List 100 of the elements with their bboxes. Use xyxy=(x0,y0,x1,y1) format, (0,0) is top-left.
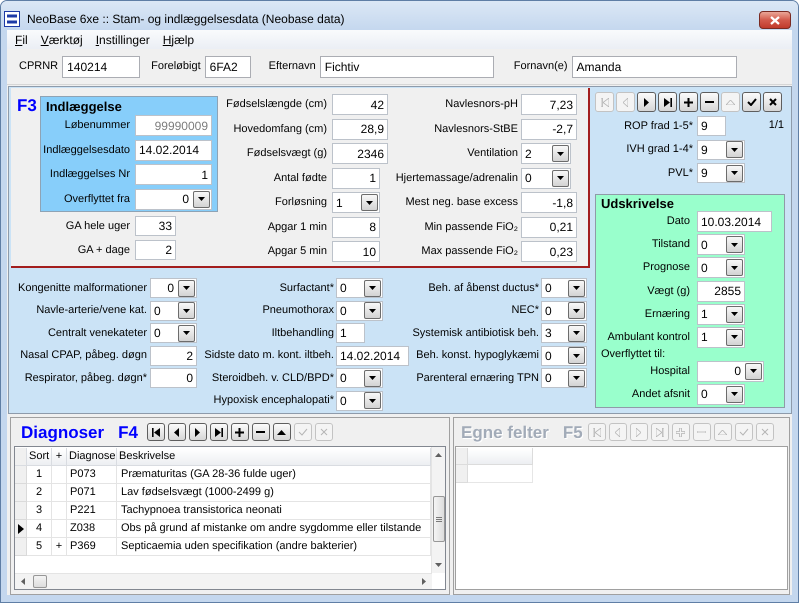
text-field[interactable]: 6FA2 xyxy=(204,56,251,78)
number-field[interactable]: 2346 xyxy=(332,143,388,164)
horizontal-scrollbar[interactable] xyxy=(15,573,432,589)
delete-button[interactable] xyxy=(700,92,719,112)
number-field[interactable]: 1 xyxy=(332,168,380,188)
dropdown-field[interactable]: 0 xyxy=(336,300,383,321)
dropdown-field[interactable]: 1 xyxy=(697,326,745,348)
dropdown-field[interactable]: 0 xyxy=(336,390,383,411)
dropdown-button[interactable] xyxy=(568,302,585,320)
vertical-scrollbar[interactable] xyxy=(431,447,445,573)
previous-record-button[interactable] xyxy=(168,423,186,441)
dropdown-button[interactable] xyxy=(364,370,381,387)
number-field[interactable]: 28,9 xyxy=(332,118,388,140)
dropdown-button[interactable] xyxy=(193,190,210,208)
last-record-button[interactable] xyxy=(658,92,677,112)
dropdown-field[interactable]: 2 xyxy=(521,143,571,164)
dropdown-button[interactable] xyxy=(364,302,381,320)
menu-item[interactable]: Værktøj xyxy=(34,30,89,49)
column-header[interactable]: Sort xyxy=(27,448,52,466)
menu-item[interactable]: Hjælp xyxy=(156,30,200,49)
dropdown-field[interactable]: 0 xyxy=(541,346,587,366)
text-field[interactable]: Amanda xyxy=(572,56,737,78)
dropdown-field[interactable]: 0 xyxy=(697,257,745,278)
dropdown-button[interactable] xyxy=(568,347,585,364)
dropdown-field[interactable]: 1 xyxy=(697,304,745,325)
text-field[interactable]: 140214 xyxy=(62,56,140,78)
dropdown-field[interactable]: 0 xyxy=(150,300,197,321)
next-record-button[interactable] xyxy=(637,92,656,112)
dropdown-button[interactable] xyxy=(726,386,743,403)
number-field[interactable]: 2 xyxy=(150,346,197,366)
text-field[interactable]: 10.03.2014 xyxy=(697,211,772,232)
column-header[interactable]: + xyxy=(52,448,67,466)
add-button[interactable] xyxy=(230,423,249,441)
dropdown-field[interactable]: 0 xyxy=(697,360,764,382)
dropdown-field[interactable]: 0 xyxy=(541,278,587,298)
first-record-button[interactable] xyxy=(146,423,165,441)
menu-item[interactable]: Fil xyxy=(9,30,34,49)
dropdown-button[interactable] xyxy=(552,145,569,162)
text-field[interactable]: 9 xyxy=(697,116,726,136)
dropdown-field[interactable]: 9 xyxy=(697,163,745,183)
number-field[interactable]: 42 xyxy=(332,94,388,115)
add-button[interactable] xyxy=(679,92,698,112)
dropdown-button[interactable] xyxy=(364,392,381,410)
dropdown-button[interactable] xyxy=(726,141,743,158)
close-button[interactable] xyxy=(759,11,791,29)
number-field[interactable]: 0,23 xyxy=(521,241,577,262)
number-field[interactable]: 10 xyxy=(332,241,380,262)
next-record-button[interactable] xyxy=(188,423,207,441)
number-field[interactable]: 33 xyxy=(135,216,176,236)
menu-item[interactable]: Instillinger xyxy=(90,30,156,49)
delete-button[interactable] xyxy=(252,423,270,441)
dropdown-button[interactable] xyxy=(178,280,195,296)
dropdown-field[interactable]: 0 xyxy=(521,168,571,188)
number-field[interactable]: 8 xyxy=(332,216,380,238)
text-field[interactable]: 14.02.2014 xyxy=(336,346,409,366)
cancel-button[interactable] xyxy=(763,92,782,112)
dropdown-button[interactable] xyxy=(726,236,743,254)
scrollbar-thumb[interactable] xyxy=(33,575,47,588)
dropdown-field[interactable]: 0 xyxy=(336,368,383,388)
number-field[interactable]: 7,23 xyxy=(521,94,577,115)
column-header[interactable]: Diagnose xyxy=(67,448,117,466)
text-field[interactable]: 14.02.2014 xyxy=(135,140,212,160)
dropdown-field[interactable]: 1 xyxy=(332,192,380,213)
dropdown-field[interactable]: 3 xyxy=(541,323,587,344)
dropdown-button[interactable] xyxy=(745,362,762,380)
dropdown-field[interactable]: 0 xyxy=(336,278,383,298)
number-field[interactable]: -1,8 xyxy=(521,192,577,213)
dropdown-button[interactable] xyxy=(568,370,585,387)
number-field[interactable]: 1 xyxy=(135,164,212,185)
edit-button[interactable] xyxy=(272,423,291,441)
number-field[interactable]: 2 xyxy=(135,240,176,260)
row-header[interactable] xyxy=(15,520,27,538)
dropdown-field[interactable]: 0 xyxy=(541,300,587,321)
number-field[interactable]: -2,7 xyxy=(521,118,577,140)
text-field[interactable]: 1 xyxy=(336,323,365,344)
dropdown-field[interactable]: 0 xyxy=(150,278,197,298)
dropdown-button[interactable] xyxy=(726,306,743,323)
dropdown-field[interactable]: 9 xyxy=(697,140,745,160)
dropdown-button[interactable] xyxy=(178,324,195,342)
scrollbar-thumb[interactable] xyxy=(432,496,444,542)
dropdown-field[interactable]: 0 xyxy=(150,323,197,344)
dropdown-button[interactable] xyxy=(178,302,195,320)
save-button[interactable] xyxy=(742,92,761,112)
dropdown-button[interactable] xyxy=(568,324,585,342)
number-field[interactable]: 0,21 xyxy=(521,216,577,238)
dropdown-button[interactable] xyxy=(361,194,378,211)
column-header[interactable]: Beskrivelse xyxy=(117,448,431,466)
dropdown-button[interactable] xyxy=(726,259,743,276)
dropdown-button[interactable] xyxy=(364,280,381,296)
dropdown-field[interactable]: 0 xyxy=(135,188,212,210)
dropdown-button[interactable] xyxy=(552,170,569,186)
dropdown-button[interactable] xyxy=(726,164,743,182)
number-field[interactable]: 2855 xyxy=(697,280,745,302)
dropdown-field[interactable]: 0 xyxy=(697,384,745,405)
dropdown-field[interactable]: 0 xyxy=(541,368,587,388)
dropdown-button[interactable] xyxy=(726,328,743,346)
text-field[interactable]: Fichtiv xyxy=(320,56,494,78)
last-record-button[interactable] xyxy=(210,423,228,441)
dropdown-field[interactable]: 0 xyxy=(697,234,745,256)
number-field[interactable]: 0 xyxy=(150,368,197,388)
